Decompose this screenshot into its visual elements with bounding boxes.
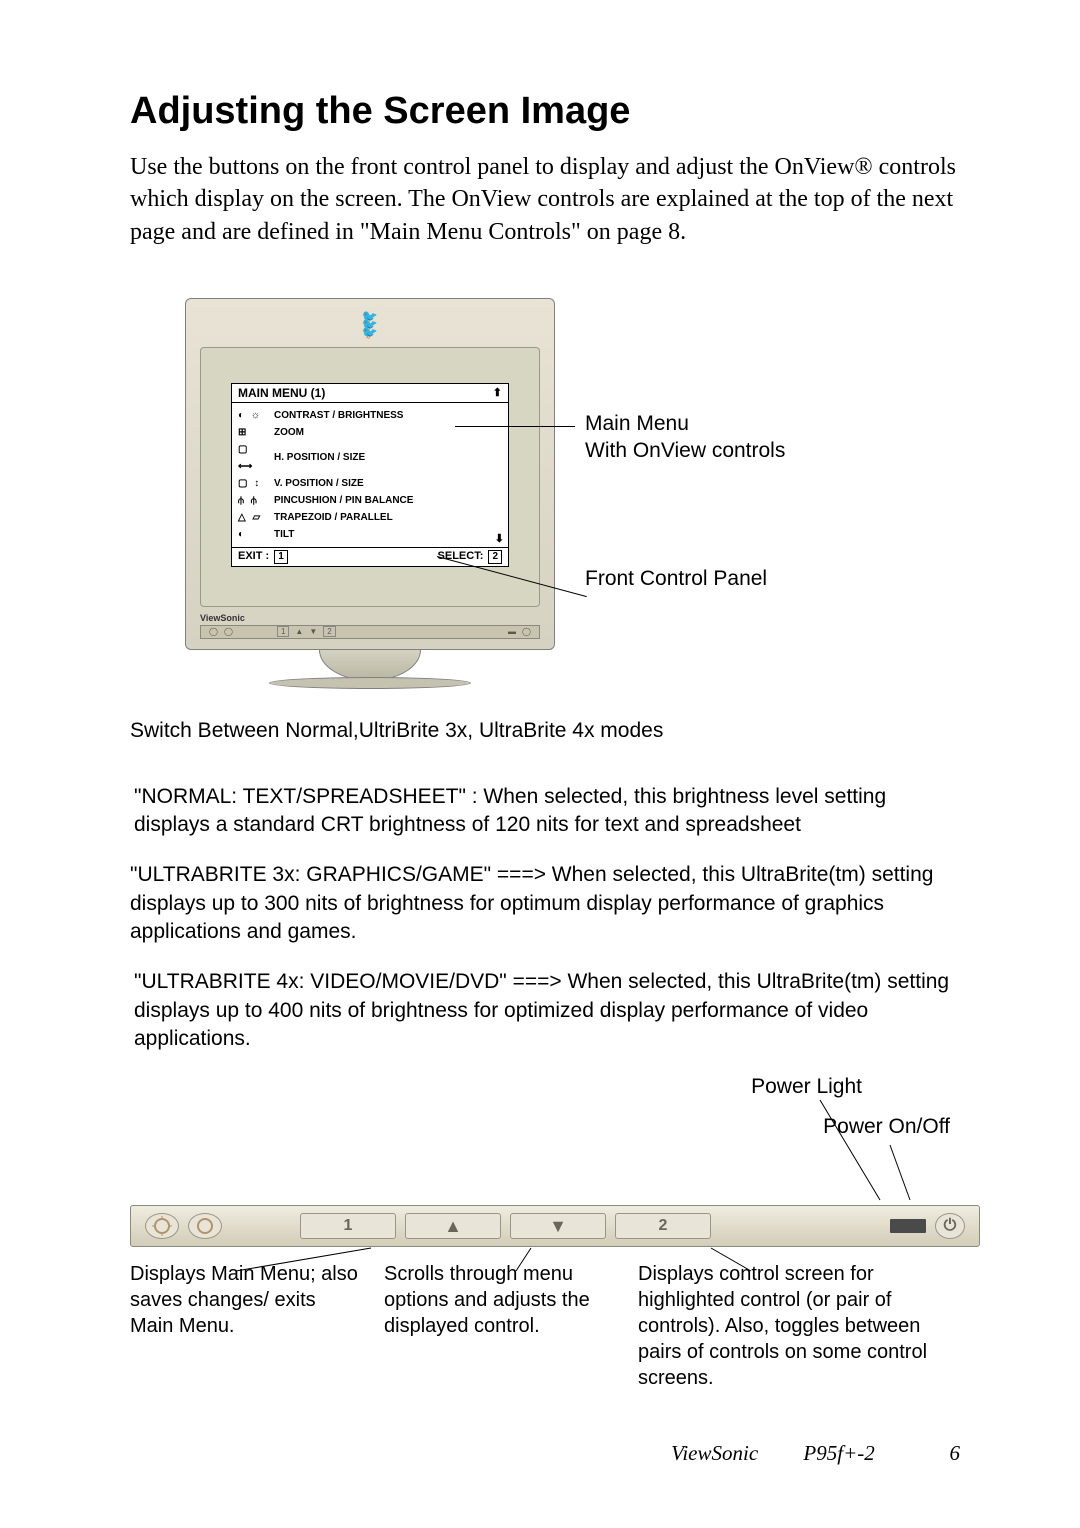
intro-paragraph: Use the buttons on the front control pan… <box>130 151 980 248</box>
footer-model: P95f+-2 <box>803 1441 874 1466</box>
osd-item-label: ZOOM <box>274 424 304 441</box>
power-labels-area: Power Light Power On/Off <box>130 1075 950 1205</box>
brightness-knob-1[interactable] <box>145 1213 179 1239</box>
osd-exit-key: 1 <box>274 550 288 564</box>
osd-item-icon: ▢ ⟷ <box>238 441 268 475</box>
switch-modes-note: Switch Between Normal,UltriBrite 3x, Ult… <box>130 719 980 743</box>
mode-ub3x-desc: "ULTRABRITE 3x: GRAPHICS/GAME" ===> When… <box>130 861 950 946</box>
osd-item-label: TRAPEZOID / PARALLEL <box>274 509 393 526</box>
arrow-down-icon: ⬇ <box>495 532 504 545</box>
osd-item-icon: ◐ ☼ <box>238 407 268 424</box>
osd-item-icon: △ ▱ <box>238 509 268 526</box>
viewsonic-birds-icon: 🐦🐦🐦 <box>355 313 385 336</box>
osd-menu-item: ◐ TILT <box>238 526 502 543</box>
osd-select-key: 2 <box>488 550 502 564</box>
osd-item-label: V. POSITION / SIZE <box>274 475 364 492</box>
osd-menu-item: ◐ ☼ CONTRAST / BRIGHTNESS <box>238 407 502 424</box>
callout-button-1: Displays Main Menu; also saves changes/ … <box>130 1261 360 1391</box>
monitor-illustration: 🐦🐦🐦 MAIN MENU (1) ⬆ ◐ ☼ CONTRAST / BRIGHT… <box>185 298 555 688</box>
osd-menu-item: ⫛ ⫛ PINCUSHION / PIN BALANCE <box>238 492 502 509</box>
page-footer: ViewSonic P95f+-2 6 <box>130 1441 980 1466</box>
button-down[interactable]: ▼ <box>510 1213 606 1239</box>
osd-item-label: H. POSITION / SIZE <box>274 449 365 466</box>
power-light-indicator <box>890 1219 926 1233</box>
osd-item-icon: ◐ <box>238 526 268 543</box>
arrow-up-icon: ⬆ <box>493 386 502 399</box>
osd-item-icon: ▢ ↕ <box>238 475 268 492</box>
monitor-brand-label: ViewSonic <box>200 613 540 623</box>
osd-item-icon: ⊞ <box>238 424 268 441</box>
button-2[interactable]: 2 <box>615 1213 711 1239</box>
label-power-onoff: Power On/Off <box>823 1115 950 1139</box>
label-main-menu: Main Menu <box>585 410 785 437</box>
label-front-control-panel: Front Control Panel <box>585 565 785 592</box>
osd-exit-label: EXIT : <box>238 550 269 562</box>
label-power-light: Power Light <box>751 1075 862 1099</box>
callout-button-2: Displays control screen for highlighted … <box>638 1261 938 1391</box>
footer-page-number: 6 <box>880 1441 960 1466</box>
label-onview-controls: With OnView controls <box>585 437 785 464</box>
power-button[interactable]: ⏻ <box>935 1213 965 1239</box>
osd-item-label: PINCUSHION / PIN BALANCE <box>274 492 413 509</box>
mode-ub4x-desc: "ULTRABRITE 4x: VIDEO/MOVIE/DVD" ===> Wh… <box>134 968 954 1053</box>
osd-main-menu: MAIN MENU (1) ⬆ ◐ ☼ CONTRAST / BRIGHTNESS… <box>231 383 509 567</box>
osd-item-label: TILT <box>274 526 294 543</box>
osd-menu-item: ▢ ⟷ H. POSITION / SIZE <box>238 441 502 475</box>
footer-brand: ViewSonic <box>671 1441 758 1465</box>
callout-arrows: Scrolls through menu options and adjusts… <box>384 1261 614 1391</box>
button-up[interactable]: ▲ <box>405 1213 501 1239</box>
mode-normal-desc: "NORMAL: TEXT/SPREADSHEET" : When select… <box>134 783 954 840</box>
osd-select-label: SELECT: <box>438 550 484 562</box>
osd-menu-item: ▢ ↕ V. POSITION / SIZE <box>238 475 502 492</box>
monitor-side-labels: Main Menu With OnView controls Front Con… <box>585 298 785 592</box>
monitor-front-controls: ◯◯ 1 ▲▼ 2 ▬◯ <box>200 625 540 639</box>
button-1[interactable]: 1 <box>300 1213 396 1239</box>
front-panel-strip: 1 ▲ ▼ 2 ⏻ <box>130 1205 980 1247</box>
osd-item-icon: ⫛ ⫛ <box>238 492 268 509</box>
osd-menu-item: △ ▱ TRAPEZOID / PARALLEL <box>238 509 502 526</box>
osd-title-text: MAIN MENU (1) <box>238 386 325 400</box>
osd-item-label: CONTRAST / BRIGHTNESS <box>274 407 403 424</box>
page-title: Adjusting the Screen Image <box>130 90 980 133</box>
brightness-knob-2[interactable] <box>188 1213 222 1239</box>
